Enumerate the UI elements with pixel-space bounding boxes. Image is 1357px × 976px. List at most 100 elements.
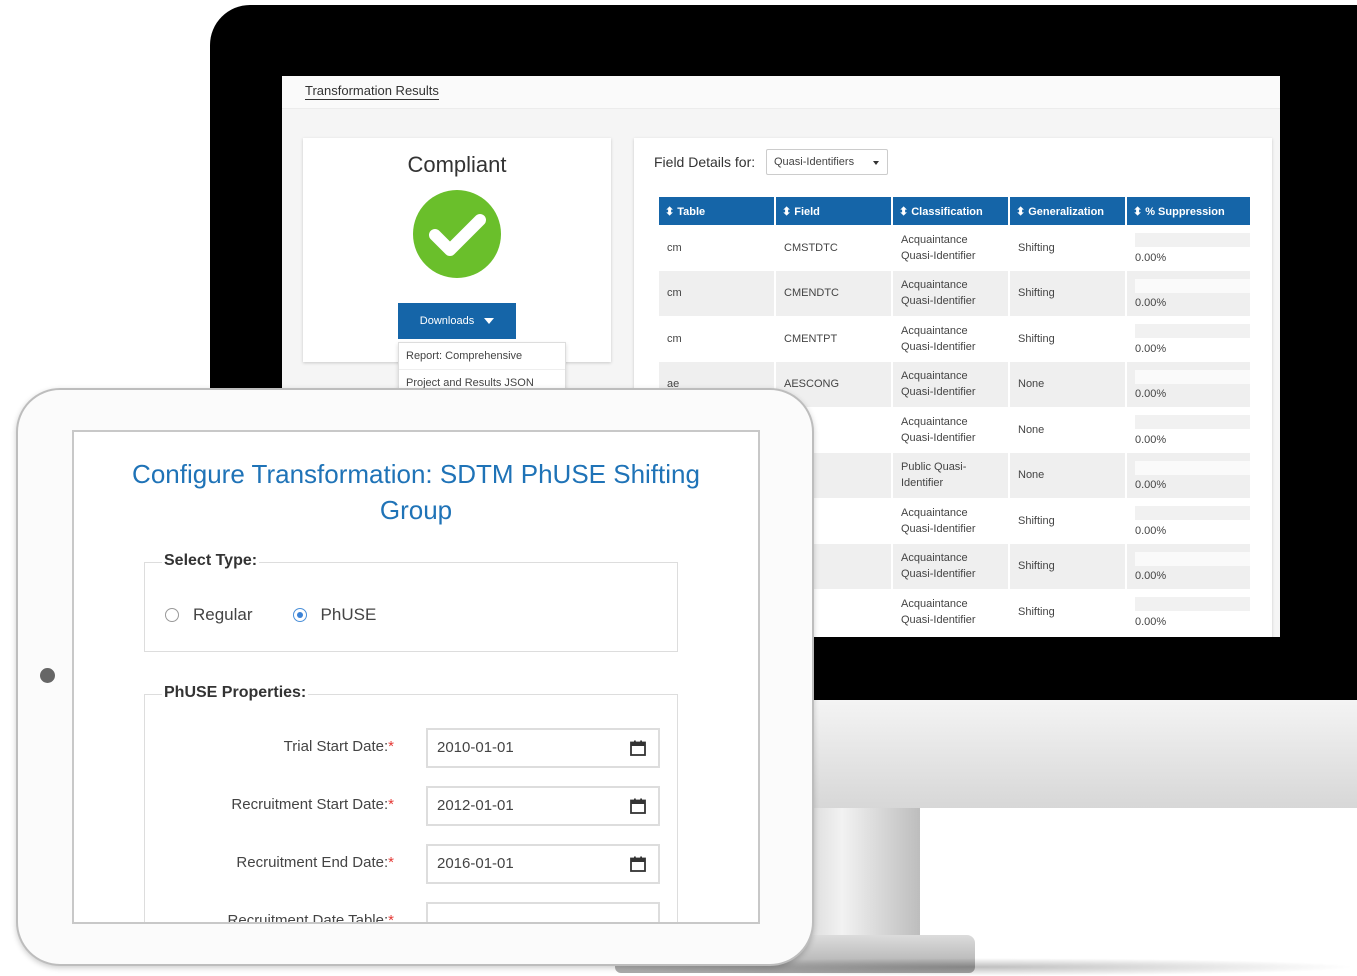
caret-down-icon [484,318,495,324]
date-input[interactable]: 2010-01-01 [426,728,660,768]
sort-icon: ⬍ [899,205,909,218]
cell-suppression: 0.00% [1127,225,1250,271]
downloads-label: Downloads [419,315,475,327]
cell-generalization: Shifting [1010,225,1125,271]
cell-classification: Acquaintance Quasi-Identifier [893,270,1008,316]
sort-icon: ⬍ [665,205,675,218]
cell-suppression: 0.00% [1127,452,1250,498]
suppression-bar [1135,324,1250,338]
column-header-label: % Suppression [1145,205,1225,218]
phuse-properties-legend: PhUSE Properties: [162,684,309,702]
form-row: Recruitment Date Table:* [144,902,664,924]
cell-generalization: None [1010,407,1125,453]
cell-table: cm [659,225,774,271]
column-header-label: Classification [911,205,983,218]
table-row: cm CMSTDTC Acquaintance Quasi-Identifier Sh… [659,225,1250,271]
sort-icon: ⬍ [1016,205,1026,218]
cell-field: CMENTPT [776,316,891,362]
cell-generalization: None [1010,361,1125,407]
cell-field: CMSTDTC [776,225,891,271]
suppression-bar [1135,369,1250,384]
cell-field: CMENDTC [776,270,891,316]
cell-classification: Acquaintance Quasi-Identifier [893,589,1008,635]
column-header[interactable]: ⬍ Field [776,197,891,225]
form-label-text: Recruitment Date Table: [227,912,389,924]
calendar-icon[interactable] [630,798,646,814]
field-type-value: Quasi-Identifiers [774,156,855,168]
field-details-label: Field Details for: [654,154,756,170]
form-label: Recruitment Start Date:* [231,796,394,813]
date-input[interactable] [426,902,660,922]
cell-suppression: 0.00% [1127,316,1250,362]
required-mark: * [388,912,394,924]
suppression-value: 0.00% [1135,388,1167,400]
date-input[interactable]: 2012-01-01 [426,786,660,826]
suppression-bar [1135,506,1250,520]
form-label-text: Recruitment End Date: [236,854,389,871]
cell-suppression: 0.00% [1127,361,1250,407]
compliance-card: Compliant Downloads [303,138,611,362]
cell-suppression: 0.00% [1127,407,1250,453]
date-input[interactable]: 2016-01-01 [426,844,660,884]
column-header-label: Table [677,205,706,218]
column-header[interactable]: ⬍ Classification [893,197,1008,225]
cell-classification: Acquaintance Quasi-Identifier [893,543,1008,589]
required-mark: * [388,796,394,813]
suppression-bar [1135,551,1250,566]
column-header[interactable]: ⬍% Suppression [1127,197,1250,225]
column-header-label: Field [794,205,820,218]
suppression-bar [1135,415,1250,429]
select-type-group: Regular PhUSE [144,562,678,652]
tablet-screen: Configure Transformation: SDTM PhUSE Shi… [72,430,760,924]
cell-generalization: Shifting [1010,589,1125,635]
cell-suppression: 0.00% [1127,543,1250,589]
cell-classification: Public Quasi-Identifier [893,452,1008,498]
cell-suppression: 0.00% [1127,498,1250,544]
field-type-select[interactable]: Quasi-Identifiers [766,149,888,175]
results-header: Transformation Results [282,76,1280,109]
column-header[interactable]: ⬍ Generalization [1010,197,1125,225]
menu-item-report[interactable]: Report: Comprehensive [399,343,565,369]
tablet-device: Configure Transformation: SDTM PhUSE Shi… [16,388,814,966]
form-label-text: Trial Start Date: [283,738,389,755]
cell-classification: Acquaintance Quasi-Identifier [893,316,1008,362]
form-row: Recruitment Start Date:* 2012-01-01 [144,786,664,826]
cell-classification: Acquaintance Quasi-Identifier [893,407,1008,453]
downloads-button[interactable]: Downloads [398,303,516,339]
cell-suppression: 0.00% [1127,270,1250,316]
select-caret-icon [873,161,879,165]
form-label: Recruitment Date Table:* [227,912,394,924]
radio-regular[interactable] [165,608,179,622]
cell-generalization: None [1010,452,1125,498]
cell-table: cm [659,270,774,316]
select-type-legend: Select Type: [162,552,260,570]
form-label-text: Recruitment Start Date: [231,796,389,813]
table-row: cm CMENTPT Acquaintance Quasi-Identifier Sh… [659,316,1250,362]
radio-phuse[interactable] [292,608,307,622]
suppression-bar [1135,597,1250,611]
required-mark: * [388,854,394,871]
calendar-icon[interactable] [630,856,646,872]
sort-icon: ⬍ [1133,205,1143,218]
page-title[interactable]: Transformation Results [305,83,439,100]
cell-classification: Acquaintance Quasi-Identifier [893,498,1008,544]
suppression-bar [1135,278,1250,293]
suppression-value: 0.00% [1135,570,1167,582]
suppression-bar [1135,233,1250,247]
cell-classification: Acquaintance Quasi-Identifier [893,225,1008,271]
cell-classification: Acquaintance Quasi-Identifier [893,361,1008,407]
calendar-icon[interactable] [630,740,646,756]
compliance-status: Compliant [407,152,507,177]
radio-phuse-label[interactable]: PhUSE [321,605,377,625]
cell-suppression: 0.00% [1127,589,1250,635]
radio-regular-label[interactable]: Regular [193,605,253,625]
suppression-value: 0.00% [1135,297,1167,309]
form-label: Trial Start Date:* [284,738,394,755]
date-value: 2016-01-01 [437,855,514,872]
sort-icon: ⬍ [782,205,792,218]
column-header[interactable]: ⬍ Table [659,197,774,225]
suppression-value: 0.00% [1135,433,1167,446]
cell-table: cm [659,316,774,362]
cell-generalization: Shifting [1010,316,1125,362]
config-title: Configure Transformation: SDTM PhUSE Shi… [132,459,700,525]
